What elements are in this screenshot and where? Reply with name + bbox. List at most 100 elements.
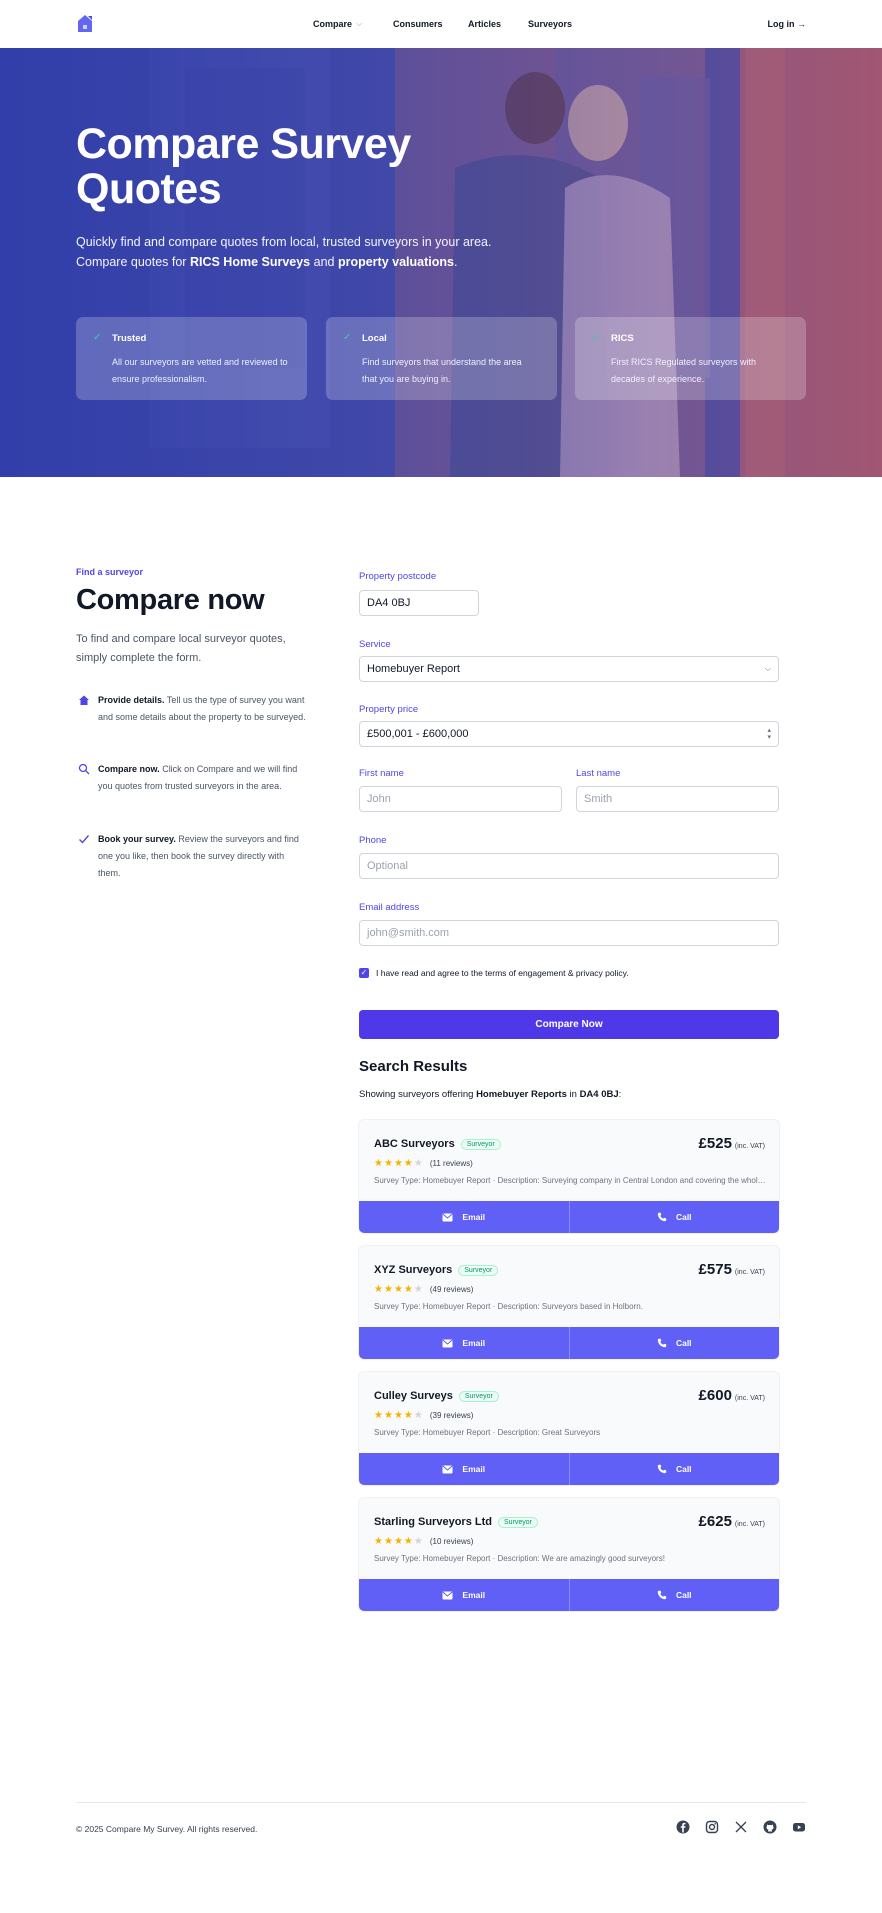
call-button-label: Call: [675, 1464, 692, 1474]
surveyor-name: Starling Surveyors Ltd: [374, 1516, 492, 1528]
hero-title-line2: Quotes: [76, 165, 222, 213]
star-icon: ★: [374, 1536, 383, 1547]
star-icon: ★: [374, 1158, 383, 1169]
price-block: £575 (inc. VAT): [699, 1261, 765, 1278]
rating-stars: ★ ★ ★ ★ ★ (49 reviews): [374, 1284, 473, 1295]
star-icon: ★: [383, 1158, 393, 1169]
star-icon: ★: [383, 1410, 393, 1421]
star-icon: ★: [393, 1158, 403, 1169]
step-compare-now: Compare now. Click on Compare and we wil…: [76, 761, 306, 795]
consent-label: I have read and agree to the terms of en…: [376, 968, 629, 978]
step-provide-details: Provide details. Tell us the type of sur…: [76, 692, 306, 726]
last-name-input[interactable]: Smith: [576, 786, 779, 812]
hero-section: Compare Survey Quotes Quickly find and c…: [0, 48, 882, 477]
surveyor-name-row: XYZ Surveyors Surveyor: [374, 1264, 499, 1276]
hero-title: Compare Survey Quotes: [76, 122, 476, 212]
surveyor-badge: Surveyor: [458, 1264, 499, 1276]
updown-icon: ▴ ▾: [767, 727, 771, 741]
card-actions: Email Call: [359, 1201, 779, 1233]
call-button-label: Call: [675, 1590, 692, 1600]
search-icon: [78, 763, 90, 775]
x-icon[interactable]: [734, 1820, 748, 1834]
hero-title-line1: Compare Survey: [76, 120, 411, 168]
results-sub-in: in: [566, 1089, 580, 1100]
mail-icon: [442, 1591, 453, 1599]
first-name-label: First name: [359, 768, 404, 779]
card-actions: Email Call: [359, 1327, 779, 1359]
mail-icon: [442, 1465, 453, 1473]
price-label: Property price: [359, 704, 419, 715]
last-name-label: Last name: [576, 768, 621, 779]
quote-price: £575: [698, 1261, 732, 1278]
rating-stars: ★ ★ ★ ★ ★ (11 reviews): [374, 1158, 473, 1169]
email-button[interactable]: Email: [359, 1453, 569, 1485]
phone-input[interactable]: Optional: [359, 853, 779, 879]
star-icon: ★: [393, 1536, 403, 1547]
hero-sub-bold2: property valuations: [337, 255, 454, 269]
email-label: Email address: [359, 902, 420, 913]
service-label: Service: [359, 639, 391, 650]
surveyor-description: Survey Type: Homebuyer Report · Descript…: [374, 1302, 643, 1311]
call-button[interactable]: Call: [568, 1201, 779, 1233]
email-button[interactable]: Email: [359, 1327, 569, 1359]
quote-price: £600: [698, 1387, 732, 1404]
result-card: ABC Surveyors Surveyor £525 (inc. VAT) ★ ★ ★ ★ ★…: [359, 1120, 779, 1233]
check-icon: [79, 835, 90, 844]
call-button[interactable]: Call: [568, 1453, 779, 1485]
feature-card-local: ✓ Local Find surveyors that understand t…: [326, 317, 557, 400]
phone-label: Phone: [359, 835, 387, 846]
email-input[interactable]: john@smith.com: [359, 920, 779, 946]
review-count: (49 reviews): [429, 1285, 474, 1294]
step-book-survey: Book your survey. Review the surveyors a…: [76, 831, 306, 882]
check-icon: ✓: [93, 332, 102, 343]
surveyor-description: Survey Type: Homebuyer Report · Descript…: [374, 1554, 665, 1563]
call-button[interactable]: Call: [568, 1327, 779, 1359]
nav-consumers[interactable]: Consumers: [393, 19, 443, 29]
facebook-icon[interactable]: [676, 1820, 690, 1834]
compare-now-button[interactable]: Compare Now: [359, 1010, 779, 1039]
feature-title: Trusted: [112, 333, 147, 344]
star-icon: ★: [403, 1284, 413, 1295]
footer-divider: [76, 1802, 806, 1803]
star-icon: ★: [413, 1410, 423, 1421]
email-button[interactable]: Email: [359, 1201, 569, 1233]
phone-icon: [657, 1212, 667, 1222]
phone-icon: [657, 1338, 667, 1348]
review-count: (39 reviews): [429, 1411, 474, 1420]
logo-icon[interactable]: [76, 14, 94, 33]
surveyor-description: Survey Type: Homebuyer Report · Descript…: [374, 1176, 769, 1185]
instagram-icon[interactable]: [705, 1820, 719, 1834]
service-select[interactable]: Homebuyer Report ⌵: [359, 656, 779, 682]
star-icon: ★: [413, 1536, 423, 1547]
site-header: Compare ⌵ Consumers Articles Surveyors L…: [0, 0, 882, 48]
results-sub-end: :: [618, 1089, 622, 1100]
star-icon: ★: [403, 1410, 413, 1421]
postcode-label: Property postcode: [359, 571, 437, 582]
youtube-icon[interactable]: [792, 1820, 806, 1834]
nav-compare[interactable]: Compare ⌵: [313, 19, 362, 29]
phone-icon: [657, 1590, 667, 1600]
postcode-input[interactable]: DA4 0BJ: [359, 590, 479, 616]
rating-stars: ★ ★ ★ ★ ★ (10 reviews): [374, 1536, 473, 1547]
hero-sub-bold1: RICS Home Surveys: [189, 255, 311, 269]
star-icon: ★: [393, 1410, 403, 1421]
email-button[interactable]: Email: [359, 1579, 569, 1611]
nav-surveyors[interactable]: Surveyors: [528, 19, 572, 29]
results-title: Search Results: [359, 1058, 468, 1075]
call-button-label: Call: [675, 1212, 692, 1222]
consent-checkbox[interactable]: ✓: [359, 968, 369, 978]
service-select-value: Homebuyer Report: [367, 663, 460, 675]
review-count: (11 reviews): [429, 1159, 473, 1168]
surveyor-name-row: Starling Surveyors Ltd Surveyor: [374, 1516, 538, 1528]
feature-title: Local: [362, 333, 387, 344]
github-icon[interactable]: [763, 1820, 777, 1834]
star-icon: ★: [413, 1284, 423, 1295]
price-select[interactable]: £500,001 - £600,000 ▴ ▾: [359, 721, 779, 747]
first-name-input[interactable]: John: [359, 786, 562, 812]
surveyor-badge: Surveyor: [458, 1390, 499, 1402]
nav-articles[interactable]: Articles: [468, 19, 501, 29]
star-icon: ★: [403, 1158, 413, 1169]
call-button[interactable]: Call: [568, 1579, 779, 1611]
login-link[interactable]: Log in →: [768, 19, 807, 29]
email-button-label: Email: [462, 1464, 486, 1474]
